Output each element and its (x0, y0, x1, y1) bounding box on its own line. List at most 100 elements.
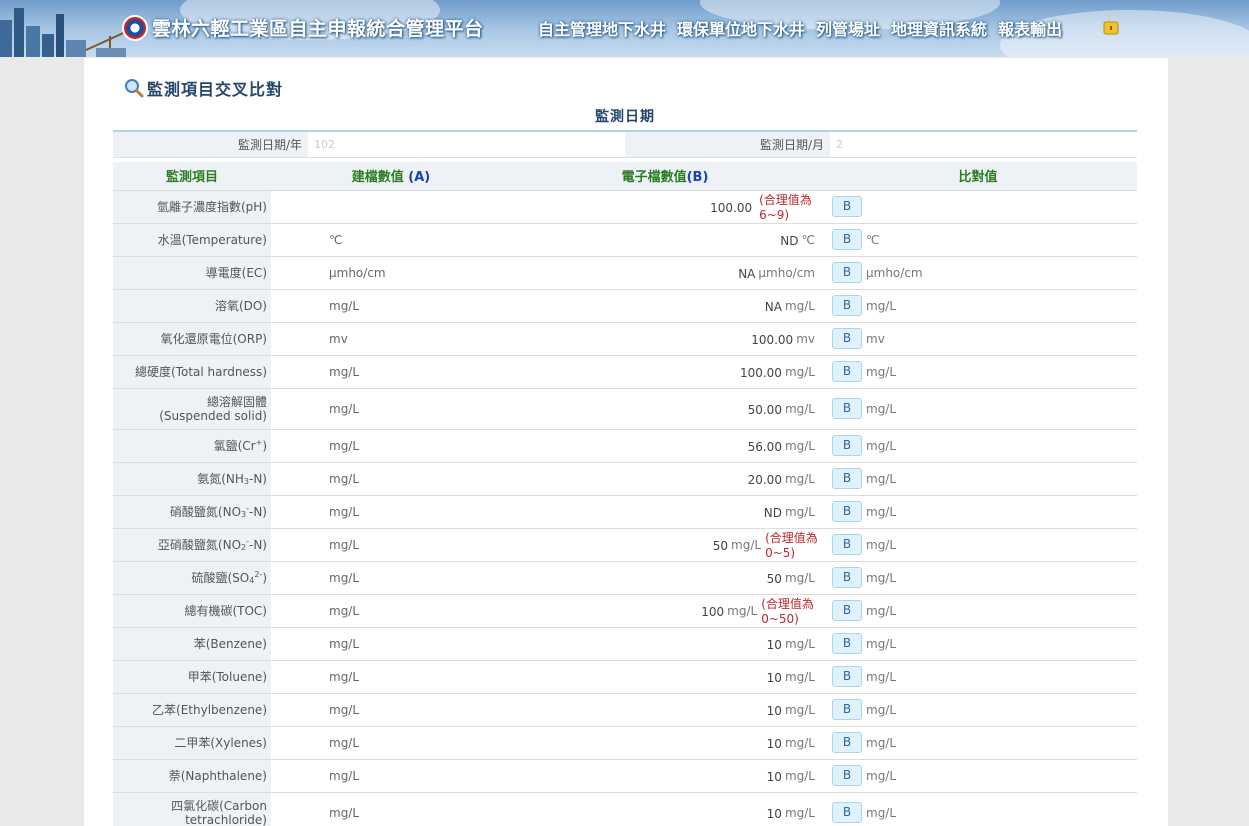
compare-b-button[interactable]: B (832, 468, 862, 489)
electronic-unit: μmho/cm (758, 265, 815, 280)
col-header-elec: 電子檔數值(B) (511, 162, 819, 191)
nav-self-managed-wells[interactable]: 自主管理地下水井 (538, 16, 666, 40)
electronic-value-cell: 10 mg/L (511, 627, 819, 661)
table-row: 硫酸鹽(SO42-) mg/L 50 mg/L Bmg/L (113, 561, 1137, 595)
year-value: 102 (314, 138, 335, 151)
compare-unit: mg/L (866, 471, 897, 486)
emblem-icon (122, 14, 148, 41)
compare-cell: Bmv (819, 322, 1137, 356)
compare-unit: mg/L (866, 537, 897, 552)
date-row: 監測日期/年 102 監測日期/月 2 (113, 132, 1137, 158)
electronic-value: 10 (766, 704, 782, 718)
table-row: 氯鹽(Cr+) mg/L 56.00 mg/L Bmg/L (113, 429, 1137, 463)
electronic-value: NA (764, 300, 782, 314)
item-name-cell: 四氯化碳(Carbon tetrachloride) (113, 792, 271, 826)
table-row: 總有機碳(TOC) mg/L 100 mg/L (合理值為0~50) Bmg/L (113, 594, 1137, 628)
compare-b-button[interactable]: B (832, 567, 862, 588)
electronic-value-cell: 100.00 (合理值為6~9) (511, 190, 819, 224)
item-name-cell: 亞硝酸鹽氮(NO2--N) (113, 528, 271, 562)
electronic-value-cell: 10 mg/L (511, 693, 819, 727)
compare-b-button[interactable]: B (832, 361, 862, 382)
compare-b-button[interactable]: B (832, 196, 862, 217)
compare-b-button[interactable]: B (832, 295, 862, 316)
table-row: 水溫(Temperature) ℃ ND ℃ B ℃ (113, 223, 1137, 257)
compare-b-button[interactable]: B (832, 534, 862, 555)
built-unit: mg/L (271, 627, 511, 661)
item-name-suffix: ) (262, 570, 267, 585)
compare-unit: mg/L (866, 298, 897, 313)
month-label: 監測日期/月 (625, 132, 830, 157)
compare-b-button[interactable]: B (832, 633, 862, 654)
compare-b-button[interactable]: B (832, 501, 862, 522)
item-name-cell: 溶氧(DO) (113, 289, 271, 323)
electronic-value: 100.00 (751, 333, 794, 347)
item-name: 氫離子濃度指數(pH) (156, 199, 267, 214)
item-name-line: 總溶解固體 (206, 394, 267, 409)
item-name-cell: 萘(Naphthalene) (113, 759, 271, 793)
item-name-line: tetrachloride) (185, 812, 267, 826)
compare-b-button[interactable]: B (832, 398, 862, 419)
item-name-cell: 總硬度(Total hardness) (113, 355, 271, 389)
electronic-value: 10 (766, 638, 782, 652)
compare-b-button[interactable]: B (832, 262, 862, 283)
magnifier-icon (125, 79, 144, 98)
electronic-value: ND (780, 234, 799, 248)
compare-cell: Bmg/L (819, 462, 1137, 496)
built-unit: mg/L (271, 462, 511, 496)
compare-cell: Bmg/L (819, 693, 1137, 727)
electronic-unit: mg/L (784, 364, 815, 379)
built-unit: mg/L (271, 355, 511, 389)
item-name: 總硬度(Total hardness) (135, 364, 267, 379)
item-name-suffix: ) (262, 438, 267, 453)
item-name: 水溫(Temperature) (157, 232, 267, 247)
compare-b-button[interactable]: B (832, 802, 862, 823)
unlock-icon[interactable] (1103, 12, 1123, 36)
compare-b-button[interactable]: B (832, 732, 862, 753)
electronic-value-cell: 50 mg/L (511, 561, 819, 595)
nav-report-export[interactable]: 報表輸出 (998, 16, 1062, 40)
reasonable-range-note: (合理值為0~50) (761, 597, 814, 626)
compare-b-button[interactable]: B (832, 435, 862, 456)
compare-cell: Bμmho/cm (819, 256, 1137, 290)
item-name-cell: 硫酸鹽(SO42-) (113, 561, 271, 595)
electronic-value: 100.00 (710, 201, 753, 215)
compare-b-button[interactable]: B (832, 229, 862, 250)
electronic-unit: mv (796, 331, 815, 346)
compare-b-button[interactable]: B (832, 765, 862, 786)
built-unit: mg/L (271, 726, 511, 760)
electronic-unit: ℃ (801, 232, 815, 247)
built-unit: mg/L (271, 495, 511, 529)
nav-listed-sites[interactable]: 列管場址 (816, 16, 880, 40)
compare-unit: mg/L (866, 438, 897, 453)
year-label: 監測日期/年 (113, 132, 308, 157)
electronic-value-cell: ND mg/L (511, 495, 819, 529)
item-name-cell: 氫離子濃度指數(pH) (113, 190, 271, 224)
col-header-built: 建檔數值 (A) (271, 162, 511, 191)
compare-cell: B ℃ (819, 223, 1137, 257)
item-name: 二甲苯(Xylenes) (174, 735, 267, 750)
compare-b-button[interactable]: B (832, 699, 862, 720)
city-skyline-icon (0, 8, 131, 57)
compare-b-button[interactable]: B (832, 666, 862, 687)
table-row: 導電度(EC) μmho/cm NA μmho/cm Bμmho/cm (113, 256, 1137, 290)
compare-b-button[interactable]: B (832, 328, 862, 349)
nav-epa-wells[interactable]: 環保單位地下水井 (677, 16, 805, 40)
item-name: 苯(Benzene) (193, 636, 267, 651)
electronic-unit: mg/L (784, 401, 815, 416)
item-name: 溶氧(DO) (214, 298, 267, 313)
col-header-compare: 比對值 (819, 162, 1137, 191)
built-unit: mg/L (271, 660, 511, 694)
compare-b-button[interactable]: B (832, 600, 862, 621)
item-name-cell: 氨氮(NH3-N) (113, 462, 271, 496)
compare-cell: Bmg/L (819, 594, 1137, 628)
item-name-cell: 氧化還原電位(ORP) (113, 322, 271, 356)
built-unit: μmho/cm (271, 256, 511, 290)
built-unit: mg/L (271, 792, 511, 826)
site-logo[interactable]: 雲林六輕工業區自主申報統合管理平台 (122, 14, 484, 41)
item-name-cell: 硝酸鹽氮(NO3--N) (113, 495, 271, 529)
compare-unit: mg/L (866, 768, 897, 783)
table-row: 亞硝酸鹽氮(NO2--N) mg/L 50 mg/L (合理值為0~5) Bmg/L (113, 528, 1137, 562)
nav-gis[interactable]: 地理資訊系統 (891, 16, 987, 40)
table-row: 氫離子濃度指數(pH) 100.00 (合理值為6~9) B (113, 190, 1137, 224)
electronic-value-cell: 100.00 mv (511, 322, 819, 356)
